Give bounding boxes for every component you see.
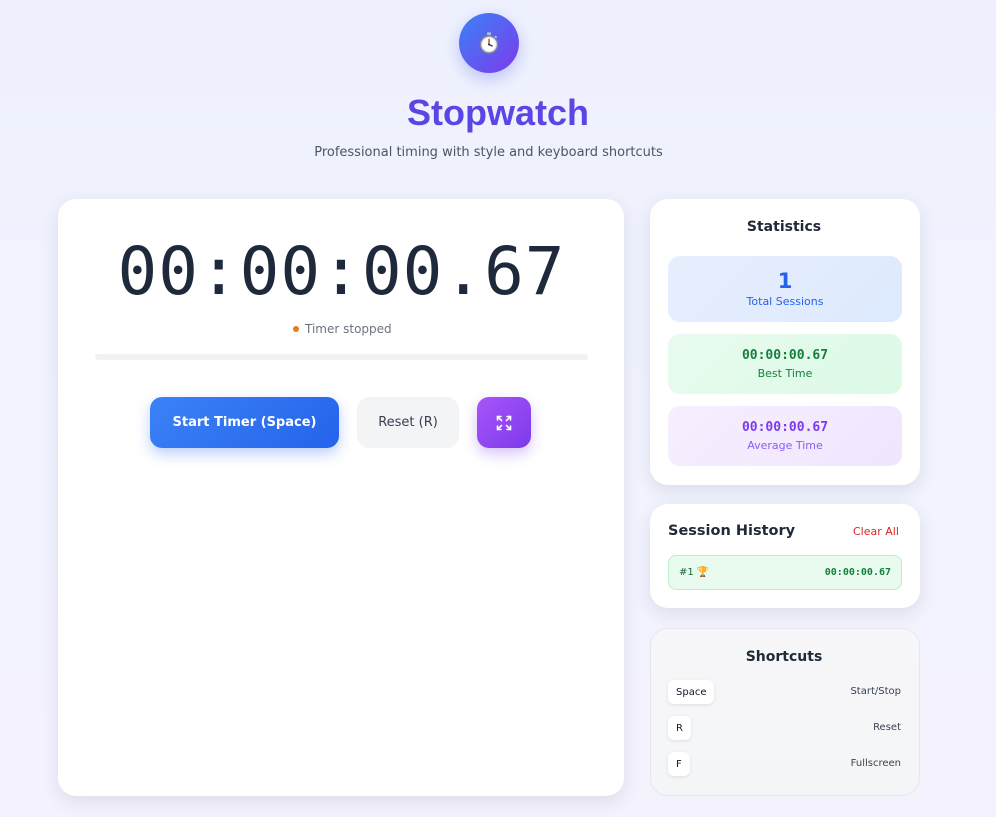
session-time: 00:00:00.67 bbox=[824, 567, 891, 578]
shortcut-action-fullscreen: Fullscreen bbox=[850, 758, 901, 769]
average-time-label: Average Time bbox=[747, 439, 823, 452]
progress-bar bbox=[95, 354, 588, 360]
stopwatch-icon bbox=[479, 32, 499, 54]
total-sessions-stat: 1 Total Sessions bbox=[668, 256, 902, 322]
page-title: Stopwatch bbox=[406, 92, 589, 133]
average-time-stat: 00:00:00.67 Average Time bbox=[668, 406, 902, 466]
session-history-title: Session History bbox=[668, 523, 796, 539]
stopwatch-logo bbox=[459, 13, 519, 73]
clear-all-button[interactable]: Clear All bbox=[853, 525, 899, 538]
time-display: 00:00:00.67 bbox=[117, 233, 566, 310]
average-time-value: 00:00:00.67 bbox=[741, 420, 829, 435]
page-subtitle: Professional timing with style and keybo… bbox=[314, 145, 663, 160]
start-timer-button[interactable]: Start Timer (Space) bbox=[150, 397, 339, 448]
shortcut-key-space: Space bbox=[668, 680, 715, 704]
shortcut-action-start-stop: Start/Stop bbox=[850, 686, 901, 697]
total-sessions-value: 1 bbox=[777, 269, 793, 293]
fullscreen-button[interactable] bbox=[477, 397, 531, 448]
shortcut-key-r: R bbox=[668, 716, 691, 740]
reset-button[interactable]: Reset (R) bbox=[357, 397, 459, 448]
statistics-title: Statistics bbox=[746, 219, 822, 235]
fullscreen-icon bbox=[496, 415, 512, 430]
total-sessions-label: Total Sessions bbox=[746, 295, 824, 308]
shortcut-action-reset: Reset bbox=[873, 722, 901, 733]
status-dot-icon bbox=[293, 326, 299, 332]
shortcut-key-f: F bbox=[668, 752, 690, 776]
session-label: #1 🏆 bbox=[679, 567, 710, 578]
best-time-value: 00:00:00.67 bbox=[741, 348, 829, 363]
shortcuts-title: Shortcuts bbox=[745, 649, 823, 665]
best-time-label: Best Time bbox=[757, 367, 813, 380]
best-time-stat: 00:00:00.67 Best Time bbox=[668, 334, 902, 394]
timer-status: Timer stopped bbox=[293, 320, 392, 338]
session-history-row: #1 🏆 00:00:00.67 bbox=[668, 555, 902, 590]
timer-status-text: Timer stopped bbox=[305, 322, 392, 336]
